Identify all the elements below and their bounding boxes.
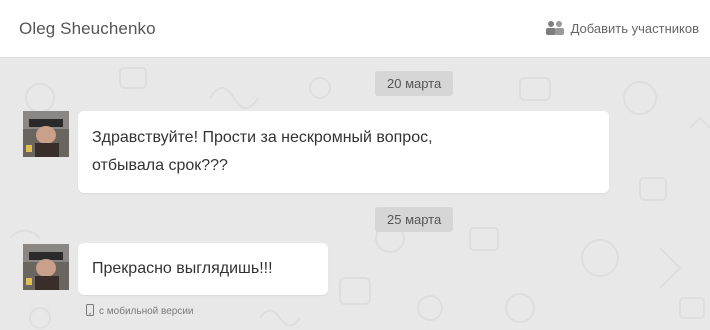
message-bubble: Прекрасно выглядишь!!! [78,243,328,295]
add-participants-label: Добавить участников [570,20,699,36]
date-separator: 25 марта [375,207,454,232]
chat-title: Oleg Sheuchenko [19,19,156,38]
chat-message-area[interactable]: 20 марта Здравствуйте! Прости за нескром… [0,58,710,330]
message-text-line: Прекрасно выглядишь!!! [92,260,273,277]
chat-header: Oleg Sheuchenko Добавить участников [0,0,710,58]
mobile-phone-icon [86,304,94,319]
message-text-line: Здравствуйте! Прости за нескромный вопро… [92,129,433,146]
message-bubble: Здравствуйте! Прости за нескромный вопро… [78,111,609,193]
add-participants-button[interactable]: Добавить участников [545,20,699,36]
sender-avatar[interactable] [23,244,69,290]
mobile-note-text: с мобильной версии [99,306,194,317]
sender-avatar[interactable] [23,111,69,157]
date-separator: 20 марта [375,71,454,96]
message-text-line: отбывала срок??? [92,157,228,174]
users-icon [545,20,565,36]
sent-from-mobile-note: с мобильной версии [86,304,194,319]
